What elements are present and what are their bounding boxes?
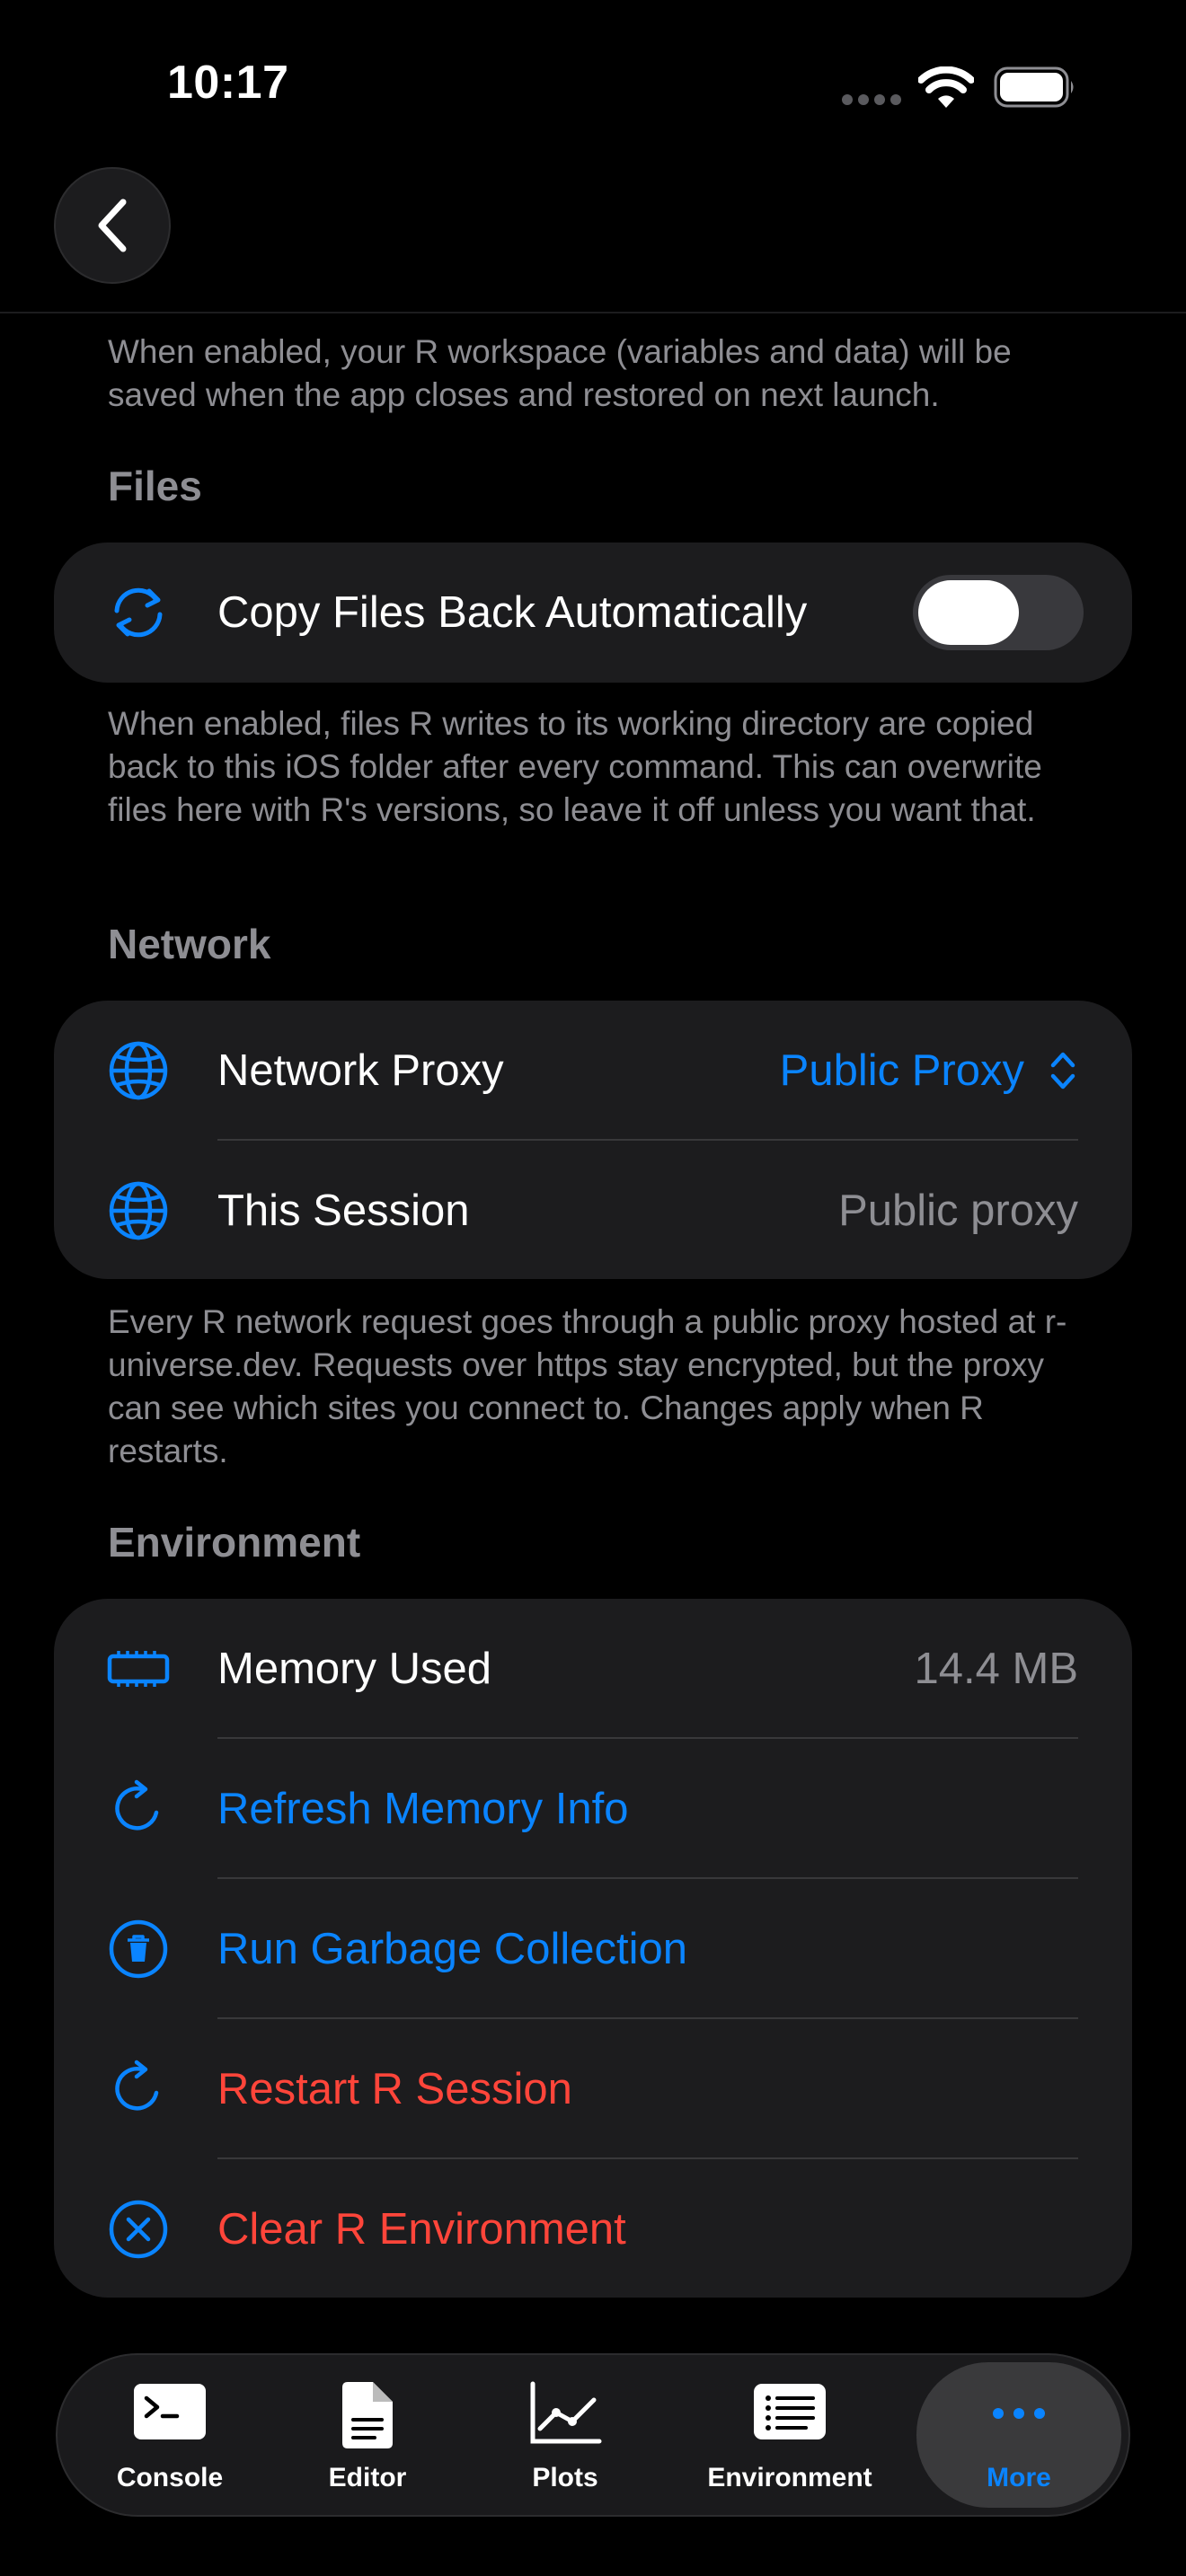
environment-card: Memory Used 14.4 MB Refresh Memory Info …	[54, 1599, 1132, 2298]
list-icon	[754, 2384, 826, 2439]
tab-console[interactable]: Console	[75, 2355, 264, 2515]
tab-environment-label: Environment	[707, 2463, 872, 2492]
wifi-icon	[918, 66, 974, 108]
tab-plots[interactable]: Plots	[480, 2355, 651, 2515]
document-icon	[342, 2382, 393, 2448]
refresh-icon	[115, 1779, 159, 1831]
memory-used-label: Memory Used	[217, 1645, 491, 1693]
toggle-knob	[918, 580, 1019, 645]
run-garbage-collection-button[interactable]: Run Garbage Collection	[217, 1879, 687, 2019]
status-time: 10:17	[167, 57, 289, 109]
copy-files-back-label: Copy Files Back Automatically	[217, 588, 808, 637]
files-section-header: Files	[108, 463, 202, 509]
environment-section-header: Environment	[108, 1519, 361, 1566]
sync-arrows-icon	[114, 587, 163, 638]
network-section-header: Network	[108, 921, 271, 967]
copy-files-back-row: Copy Files Back Automatically	[54, 543, 1132, 683]
chevron-left-icon	[98, 198, 127, 252]
garbage-collection-row[interactable]: Run Garbage Collection	[54, 1879, 1132, 2019]
restart-r-session-button[interactable]: Restart R Session	[217, 2019, 572, 2159]
tab-more[interactable]: More	[916, 2362, 1121, 2508]
clear-environment-row[interactable]: Clear R Environment	[54, 2159, 1132, 2299]
restart-session-row[interactable]: Restart R Session	[54, 2019, 1132, 2159]
chart-icon	[530, 2381, 602, 2444]
back-button[interactable]	[54, 167, 171, 284]
files-footnote: When enabled, files R writes to its work…	[108, 705, 1042, 828]
memory-used-row: Memory Used 14.4 MB	[54, 1599, 1132, 1739]
this-session-label: This Session	[217, 1187, 470, 1235]
files-card: Copy Files Back Automatically	[54, 543, 1132, 683]
trash-circle-icon	[109, 1919, 168, 1979]
globe-icon	[109, 1041, 168, 1100]
cellular-signal-icon	[842, 94, 901, 105]
restart-icon	[115, 2060, 159, 2111]
tab-environment[interactable]: Environment	[677, 2355, 902, 2515]
x-circle-icon	[109, 2200, 168, 2259]
copy-files-back-toggle[interactable]	[913, 575, 1084, 650]
battery-icon	[994, 66, 1074, 108]
network-card: Network Proxy Public Proxy This Session …	[54, 1001, 1132, 1279]
tab-more-label: More	[987, 2463, 1051, 2492]
memory-chip-icon	[107, 1651, 170, 1687]
tab-plots-label: Plots	[532, 2463, 598, 2492]
tab-bar: Console Editor Plots Environment More	[56, 2353, 1130, 2517]
network-proxy-row[interactable]: Network Proxy Public Proxy	[54, 1001, 1132, 1141]
refresh-memory-button[interactable]: Refresh Memory Info	[217, 1739, 629, 1879]
this-session-row: This Session Public proxy	[54, 1141, 1132, 1281]
memory-used-value: 14.4 MB	[914, 1645, 1078, 1693]
network-proxy-label: Network Proxy	[217, 1046, 504, 1095]
terminal-icon	[134, 2384, 206, 2439]
refresh-memory-row[interactable]: Refresh Memory Info	[54, 1739, 1132, 1879]
nav-divider	[0, 312, 1186, 313]
ellipsis-icon	[993, 2408, 1045, 2419]
this-session-value: Public proxy	[838, 1187, 1078, 1235]
tab-editor[interactable]: Editor	[282, 2355, 453, 2515]
globe-icon	[109, 1181, 168, 1240]
network-footnote: Every R network request goes through a p…	[108, 1303, 1067, 1469]
workspace-footnote: When enabled, your R workspace (variable…	[108, 333, 1012, 413]
tab-console-label: Console	[116, 2463, 224, 2492]
clear-r-environment-button[interactable]: Clear R Environment	[217, 2159, 626, 2299]
network-proxy-value[interactable]: Public Proxy	[780, 1001, 1024, 1141]
chevron-up-down-icon	[1050, 1052, 1075, 1090]
tab-editor-label: Editor	[328, 2463, 407, 2492]
